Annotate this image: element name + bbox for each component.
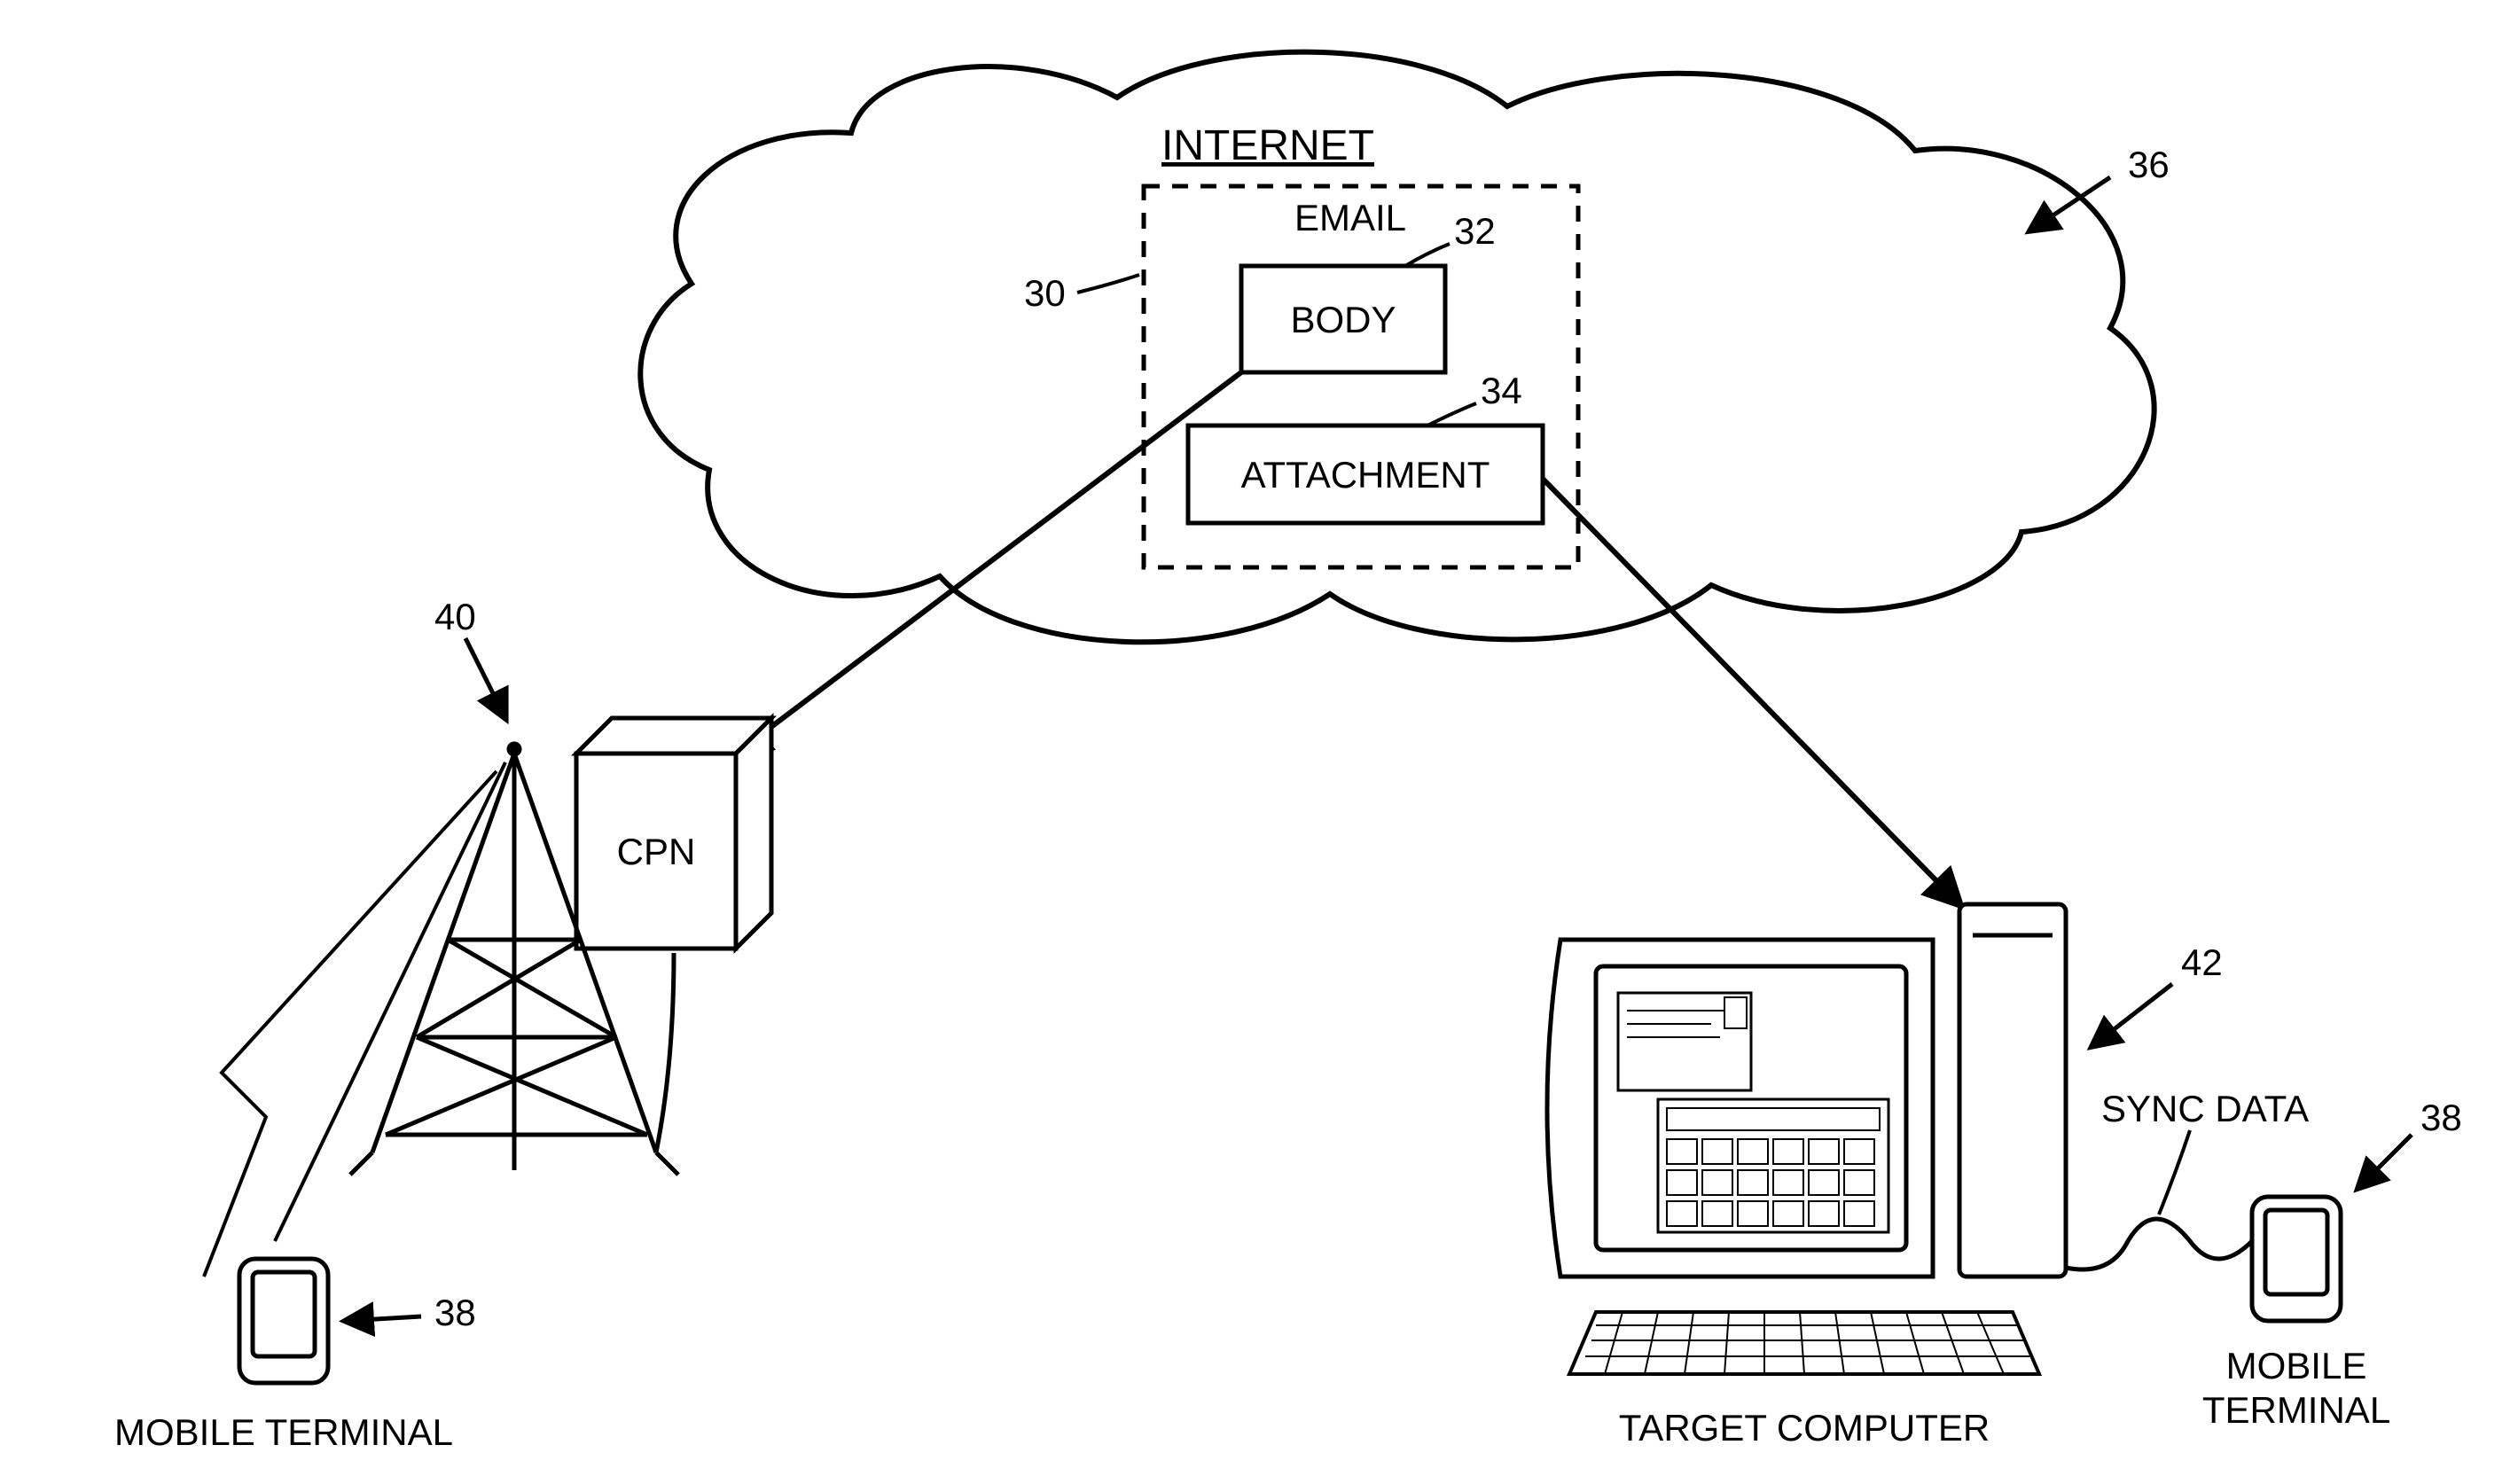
sync-label: SYNC DATA: [2101, 1088, 2309, 1129]
arrow-body-to-cpn: [736, 372, 1241, 754]
ref-arrow-38-right: [2358, 1135, 2412, 1188]
ref-30: 30: [1024, 272, 1066, 314]
mobile-terminal-left: [239, 1259, 328, 1383]
ref-38-right: 38: [2420, 1097, 2462, 1138]
ref-36: 36: [2128, 144, 2170, 185]
ref-38-left: 38: [434, 1292, 476, 1333]
mobile-terminal-left-label: MOBILE TERMINAL: [114, 1411, 453, 1453]
ref-arrow-36: [2030, 177, 2110, 230]
target-computer-label: TARGET COMPUTER: [1619, 1407, 1990, 1449]
internet-title: INTERNET: [1161, 122, 1374, 169]
sync-leader: [2159, 1130, 2190, 1215]
ref-leader-34: [1427, 403, 1476, 426]
cpn-label: CPN: [617, 831, 696, 872]
ref-arrow-40: [465, 638, 505, 718]
radio-line-2: [204, 771, 497, 1277]
ref-leader-30: [1077, 275, 1139, 293]
ref-leader-32: [1405, 244, 1450, 266]
ref-32: 32: [1454, 210, 1496, 252]
keyboard: [1569, 1312, 2039, 1374]
radio-line-1: [275, 762, 505, 1241]
arrow-attachment-to-computer: [1543, 479, 1959, 904]
ref-40: 40: [434, 596, 476, 637]
ref-42: 42: [2181, 941, 2223, 983]
mobile-terminal-right-label-1: MOBILE: [2226, 1345, 2367, 1386]
mobile-terminal-right-label-2: TERMINAL: [2202, 1389, 2390, 1431]
email-title: EMAIL: [1294, 197, 1406, 238]
mobile-terminal-right: [2252, 1197, 2341, 1321]
internet-cloud: [640, 52, 2154, 643]
email-attachment-label: ATTACHMENT: [1241, 454, 1490, 496]
email-body-label: BODY: [1290, 299, 1396, 340]
ref-arrow-38-left: [346, 1316, 421, 1321]
sync-cable: [2066, 1219, 2252, 1269]
cable-tower-cpn: [656, 953, 674, 1152]
ref-34: 34: [1481, 370, 1522, 411]
ref-arrow-42: [2092, 984, 2172, 1046]
target-computer: [1547, 904, 2066, 1277]
